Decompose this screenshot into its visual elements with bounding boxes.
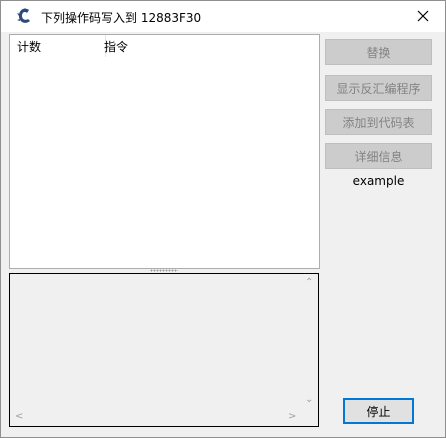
column-header-instruction[interactable]: 指令: [104, 38, 128, 55]
cheat-engine-icon: [16, 7, 34, 25]
example-label: example: [352, 174, 405, 188]
panel-splitter[interactable]: [150, 269, 178, 272]
vertical-scrollbar[interactable]: ⌃ ⌄: [301, 274, 318, 407]
scroll-up-icon[interactable]: ⌃: [305, 278, 313, 288]
column-header-count[interactable]: 计数: [17, 38, 41, 55]
stop-button[interactable]: 停止: [343, 398, 414, 424]
scroll-down-icon[interactable]: ⌄: [305, 395, 313, 405]
scrollbar-corner: [301, 409, 318, 426]
scroll-right-icon[interactable]: >: [288, 412, 296, 422]
instruction-list[interactable]: 计数 指令: [9, 34, 320, 269]
add-to-code-list-button[interactable]: 添加到代码表: [325, 109, 432, 135]
window-title: 下列操作码写入到 12883F30: [41, 11, 202, 25]
opcode-writes-window: 下列操作码写入到 12883F30 计数 指令 ⌃ ⌄ < > 替换 显示反汇编…: [0, 0, 446, 438]
horizontal-scrollbar[interactable]: < >: [10, 409, 301, 426]
replace-button[interactable]: 替换: [325, 39, 432, 65]
scroll-left-icon[interactable]: <: [15, 412, 23, 422]
title-bar: 下列操作码写入到 12883F30: [1, 1, 445, 32]
more-info-button[interactable]: 详细信息: [325, 143, 432, 169]
show-disassembler-button[interactable]: 显示反汇编程序: [325, 75, 432, 101]
details-textarea[interactable]: ⌃ ⌄ < >: [9, 273, 319, 427]
list-header: 计数 指令: [10, 35, 319, 58]
close-icon[interactable]: [407, 4, 439, 28]
